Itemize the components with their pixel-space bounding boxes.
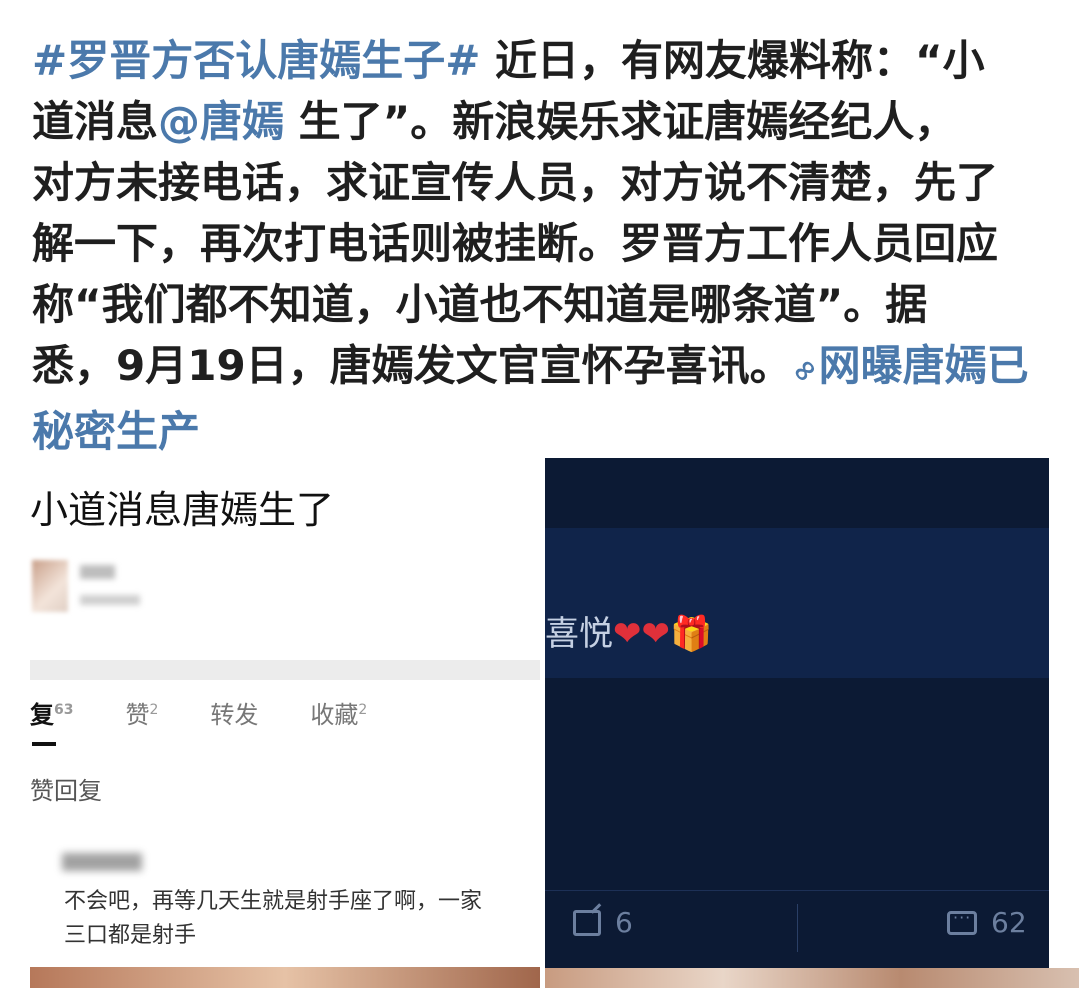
- post-line-6: 悉，9月19日，唐嫣发文官宣怀孕喜讯。∞网曝唐嫣已: [32, 335, 1057, 401]
- photo-strip: [30, 967, 540, 988]
- message-text: 喜悦❤❤🎁: [545, 614, 713, 654]
- gift-icon: 🎁: [669, 614, 713, 654]
- post-text-segment: 悉，9月19日，唐嫣发文官宣怀孕喜讯。: [32, 341, 792, 390]
- post-line-7[interactable]: 秘密生产: [32, 401, 1057, 462]
- message-band: [545, 528, 1049, 678]
- tab-reposts: 转发: [210, 701, 259, 729]
- post-text-segment: 近日，有网友爆料称：“小: [480, 36, 985, 85]
- article-link[interactable]: ∞网曝唐嫣已: [783, 341, 1029, 392]
- blurred-commenter: [62, 853, 142, 871]
- comment-button: 62: [947, 906, 1027, 939]
- heart-icon: ❤❤: [613, 614, 670, 654]
- hashtag-link[interactable]: #罗晋方否认唐嫣生子#: [32, 36, 480, 85]
- share-button: 6: [573, 906, 633, 939]
- post-line-3: 对方未接电话，求证宣传人员，对方说不清楚，先了: [32, 158, 999, 207]
- mention-link[interactable]: @唐嫣: [158, 97, 284, 146]
- tab-comments: 复63: [30, 701, 74, 729]
- divider: [797, 904, 798, 952]
- active-tab-indicator: [32, 742, 56, 746]
- screenshot-title: 小道消息唐嫣生了: [30, 488, 335, 532]
- post-text: #罗晋方否认唐嫣生子# 近日，有网友爆料称：“小 道消息@唐嫣 生了”。新浪娱乐…: [32, 30, 1057, 462]
- post-line-5: 称“我们都不知道，小道也不知道是哪条道”。据: [32, 280, 928, 329]
- article-link-label: 网曝唐嫣已: [818, 341, 1029, 390]
- blurred-avatar: [32, 560, 68, 612]
- share-icon: [573, 909, 601, 936]
- tab-likes: 赞2: [125, 701, 159, 729]
- photo-strip: [545, 968, 1079, 988]
- action-tabs: 复63 赞2 转发 收藏2: [30, 695, 419, 730]
- comment-text: 不会吧，再等几天生就是射手座了啊，一家 三口都是射手: [64, 889, 483, 948]
- post-line-1: #罗晋方否认唐嫣生子# 近日，有网友爆料称：“小: [32, 30, 1057, 91]
- post-text-segment: 生了”。新浪娱乐求证唐嫣经纪人，: [284, 97, 957, 146]
- tab-favorites: 收藏2: [310, 701, 368, 729]
- blurred-meta: [80, 595, 140, 605]
- post-line-2: 道消息@唐嫣 生了”。新浪娱乐求证唐嫣经纪人，: [32, 91, 1057, 152]
- blurred-username: [80, 565, 115, 579]
- post-text-segment: 道消息: [32, 97, 159, 146]
- left-screenshot-image[interactable]: 小道消息唐嫣生了 复63 赞2 转发 收藏2 赞回复 不会吧，再等几天生就是射手…: [0, 455, 540, 988]
- right-screenshot-image[interactable]: 喜悦❤❤🎁 6 62: [545, 458, 1049, 968]
- sort-label: 赞回复: [30, 777, 102, 805]
- divider: [30, 660, 540, 680]
- post-line-4: 解一下，再次打电话则被挂断。罗晋方工作人员回应: [32, 219, 999, 268]
- comment-icon: [947, 908, 977, 935]
